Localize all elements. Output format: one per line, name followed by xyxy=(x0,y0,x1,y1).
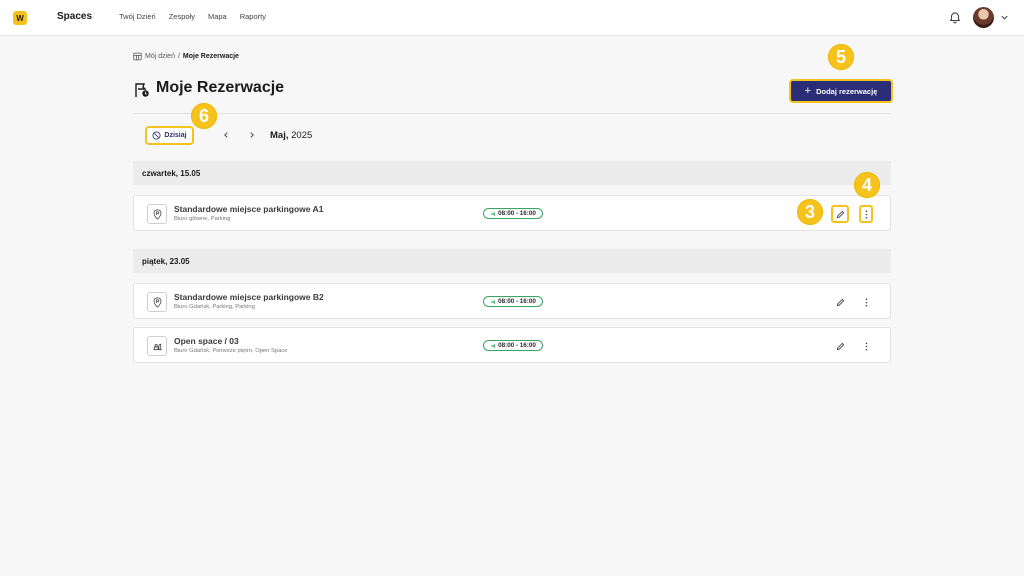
dots-vertical-icon xyxy=(865,298,867,306)
marker-add: 5 xyxy=(828,44,854,70)
top-bar: W Spaces Twój Dzień Zespoły Mapa Raporty xyxy=(0,0,1024,36)
breadcrumb-parent[interactable]: Mój dzień xyxy=(145,53,175,60)
edit-button[interactable] xyxy=(831,337,849,355)
app-logo[interactable]: W xyxy=(13,11,27,25)
today-button[interactable]: Dzisiaj xyxy=(145,126,194,145)
today-label: Dzisiaj xyxy=(164,132,187,139)
time-range: 08:00 - 16:00 xyxy=(498,210,536,217)
year: 2025 xyxy=(291,130,313,141)
marker-edit: 3 xyxy=(797,199,823,225)
reservation-name: Standardowe miejsce parkingowe B2 xyxy=(174,292,324,302)
chevron-down-icon[interactable] xyxy=(1000,13,1009,22)
pencil-icon xyxy=(836,210,844,218)
divider xyxy=(133,113,891,114)
day-header: czwartek, 15.05 xyxy=(133,161,891,185)
nav-item-map[interactable]: Mapa xyxy=(208,12,227,21)
parking-pin-icon xyxy=(147,292,167,312)
nav-item-teams[interactable]: Zespoły xyxy=(169,12,195,21)
desk-icon xyxy=(147,336,167,356)
dots-vertical-icon xyxy=(865,342,867,350)
time-range: 08:00 - 16:00 xyxy=(498,298,536,305)
reservation-card[interactable]: Standardowe miejsce parkingowe B2 Biuro … xyxy=(133,283,891,319)
logo-letter: W xyxy=(16,13,24,23)
parking-pin-icon xyxy=(147,204,167,224)
calendar-reset-icon xyxy=(152,131,161,140)
time-badge: 08:00 - 16:00 xyxy=(483,296,543,307)
avatar[interactable] xyxy=(973,7,994,28)
time-range: 08:00 - 16:00 xyxy=(498,342,536,349)
marker-more: 4 xyxy=(854,172,880,198)
reservation-name: Standardowe miejsce parkingowe A1 xyxy=(174,204,324,214)
bell-icon[interactable] xyxy=(948,10,962,24)
marker-today: 6 xyxy=(191,103,217,129)
reservation-name: Open space / 03 xyxy=(174,336,239,346)
edit-button[interactable] xyxy=(831,293,849,311)
breadcrumb-separator: / xyxy=(177,53,180,60)
add-reservation-label: Dodaj rezerwację xyxy=(816,86,878,96)
page-title: Moje Rezerwacje xyxy=(156,79,285,96)
reservation-card[interactable]: Open space / 03 Biuro Gdańsk, Pierwsze p… xyxy=(133,327,891,363)
calendar-grid-icon xyxy=(133,52,142,61)
chevron-right-icon[interactable] xyxy=(248,131,256,139)
nav-item-my-day[interactable]: Twój Dzień xyxy=(119,12,156,21)
more-options-button[interactable] xyxy=(859,293,873,311)
pencil-icon xyxy=(836,342,844,350)
nav-item-reports[interactable]: Raporty xyxy=(240,12,266,21)
more-options-button[interactable] xyxy=(859,337,873,355)
breadcrumb: Mój dzień / Moje Rezerwacje xyxy=(133,52,239,61)
day-header: piątek, 23.05 xyxy=(133,249,891,273)
month-label: Maj, 2025 xyxy=(270,130,312,141)
enter-icon xyxy=(490,343,495,348)
more-options-button[interactable] xyxy=(859,205,873,223)
month-name: Maj, xyxy=(270,130,289,141)
pencil-icon xyxy=(836,298,844,306)
dots-vertical-icon xyxy=(865,210,867,218)
enter-icon xyxy=(490,299,495,304)
breadcrumb-current: Moje Rezerwacje xyxy=(182,53,239,60)
add-reservation-button[interactable]: + Dodaj rezerwację xyxy=(789,79,893,103)
reservation-location: Biuro Gdańsk, Parking, Parking xyxy=(174,304,255,310)
app-name: Spaces xyxy=(57,11,93,22)
main-nav: Twój Dzień Zespoły Mapa Raporty xyxy=(119,12,266,21)
plus-icon: + xyxy=(804,84,812,97)
reservation-location: Biuro Gdańsk, Pierwsze piętro, Open Spac… xyxy=(174,348,288,354)
reservation-card[interactable]: Standardowe miejsce parkingowe A1 Biuro … xyxy=(133,195,891,231)
time-badge: 08:00 - 16:00 xyxy=(483,340,543,351)
enter-icon xyxy=(490,211,495,216)
edit-button[interactable] xyxy=(831,205,849,223)
chevron-left-icon[interactable] xyxy=(222,131,230,139)
reservation-location: Biuro główne, Parking xyxy=(174,216,231,222)
time-badge: 08:00 - 16:00 xyxy=(483,208,543,219)
flag-clock-icon xyxy=(135,83,149,97)
